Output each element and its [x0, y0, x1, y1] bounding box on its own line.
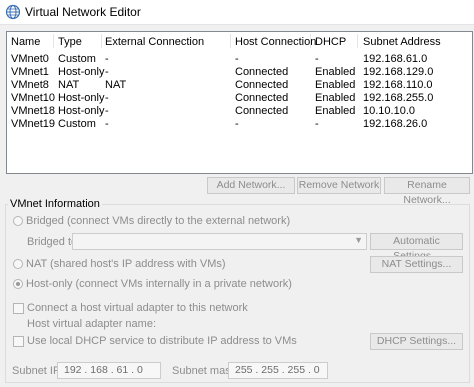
table-row[interactable]: VMnet8 NAT NAT Connected Enabled 192.168… — [7, 79, 472, 92]
cell-dhcp: Enabled — [315, 79, 356, 91]
network-table[interactable]: Name Type External Connection Host Conne… — [6, 31, 473, 174]
cell-subnet-address: 10.10.10.0 — [363, 105, 415, 117]
column-separator[interactable] — [310, 34, 311, 48]
table-row[interactable]: VMnet0 Custom - - - 192.168.61.0 — [7, 53, 472, 66]
cell-external-connection: - — [105, 53, 109, 65]
cell-host-connection: - — [235, 118, 239, 130]
vmnet-information-label: VMnet Information — [8, 198, 102, 210]
column-header-host-connection[interactable]: Host Connection — [235, 36, 316, 48]
cell-dhcp: - — [315, 53, 319, 65]
column-header-subnet-address[interactable]: Subnet Address — [363, 36, 441, 48]
subnet-ip-input[interactable]: 192 . 168 . 61 . 0 — [57, 362, 161, 379]
cell-dhcp: Enabled — [315, 105, 356, 117]
cell-subnet-address: 192.168.255.0 — [363, 92, 434, 104]
automatic-settings-button[interactable]: Automatic Settings... — [370, 233, 463, 262]
cell-external-connection: - — [105, 66, 109, 78]
cell-external-connection: - — [105, 118, 109, 130]
cell-subnet-address: 192.168.129.0 — [363, 66, 434, 78]
cell-name: VMnet19 — [11, 118, 56, 130]
column-separator[interactable] — [357, 34, 358, 48]
cell-dhcp: Enabled — [315, 66, 356, 78]
cell-host-connection: - — [235, 53, 239, 65]
cell-type: Host-only — [58, 92, 105, 104]
globe-icon — [5, 4, 21, 20]
dhcp-settings-button[interactable]: DHCP Settings... — [370, 333, 463, 350]
cell-host-connection: Connected — [235, 66, 289, 78]
column-header-external-connection[interactable]: External Connection — [105, 36, 204, 48]
cell-type: NAT — [58, 79, 80, 91]
bridged-radio[interactable] — [13, 216, 23, 226]
column-separator[interactable] — [230, 34, 231, 48]
table-row[interactable]: VMnet1 Host-only - Connected Enabled 192… — [7, 66, 472, 79]
adapter-name-label: Host virtual adapter name: — [27, 318, 157, 330]
cell-host-connection: Connected — [235, 79, 289, 91]
cell-type: Host-only — [58, 105, 105, 117]
add-network-button[interactable]: Add Network... — [207, 177, 295, 194]
column-header-type[interactable]: Type — [58, 36, 82, 48]
subnet-mask-input[interactable]: 255 . 255 . 255 . 0 — [228, 362, 328, 379]
cell-host-connection: Connected — [235, 105, 289, 117]
cell-external-connection: - — [105, 105, 109, 117]
dhcp-label: Use local DHCP service to distribute IP … — [27, 335, 297, 347]
nat-label: NAT (shared host's IP address with VMs) — [26, 258, 226, 270]
cell-type: Custom — [58, 118, 96, 130]
cell-subnet-address: 192.168.61.0 — [363, 53, 428, 65]
column-separator[interactable] — [53, 34, 54, 48]
connect-adapter-label: Connect a host virtual adapter to this n… — [27, 302, 248, 314]
nat-radio[interactable] — [13, 259, 23, 269]
cell-dhcp: - — [315, 118, 319, 130]
subnet-ip-value: 192 . 168 . 61 . 0 — [64, 364, 143, 376]
window-title: Virtual Network Editor — [25, 5, 141, 19]
cell-name: VMnet1 — [11, 66, 49, 78]
rename-network-button[interactable]: Rename Network... — [384, 177, 470, 206]
column-header-dhcp[interactable]: DHCP — [315, 36, 346, 48]
cell-external-connection: NAT — [105, 79, 127, 91]
cell-name: VMnet0 — [11, 53, 49, 65]
column-separator[interactable] — [101, 34, 102, 48]
dhcp-checkbox[interactable] — [13, 336, 24, 347]
table-row[interactable]: VMnet18 Host-only - Connected Enabled 10… — [7, 105, 472, 118]
cell-name: VMnet10 — [11, 92, 56, 104]
title-bar: Virtual Network Editor — [0, 0, 474, 25]
table-row[interactable]: VMnet10 Host-only - Connected Enabled 19… — [7, 92, 472, 105]
cell-type: Host-only — [58, 66, 105, 78]
table-row[interactable]: VMnet19 Custom - - - 192.168.26.0 — [7, 118, 472, 131]
vmnet-information-group — [5, 204, 470, 383]
subnet-ip-label: Subnet IP: — [12, 365, 64, 377]
cell-subnet-address: 192.168.110.0 — [363, 79, 433, 91]
chevron-down-icon: ▼ — [354, 235, 363, 245]
cell-subnet-address: 192.168.26.0 — [363, 118, 428, 130]
nat-settings-button[interactable]: NAT Settings... — [370, 256, 463, 273]
connect-adapter-checkbox[interactable] — [13, 303, 24, 314]
cell-external-connection: - — [105, 92, 109, 104]
cell-name: VMnet8 — [11, 79, 49, 91]
cell-type: Custom — [58, 53, 96, 65]
cell-host-connection: Connected — [235, 92, 289, 104]
remove-network-button[interactable]: Remove Network — [297, 177, 381, 194]
host-only-label: Host-only (connect VMs internally in a p… — [26, 278, 292, 290]
subnet-mask-value: 255 . 255 . 255 . 0 — [235, 364, 320, 376]
bridged-to-select[interactable]: ▼ — [72, 233, 367, 250]
cell-name: VMnet18 — [11, 105, 56, 117]
host-only-radio[interactable] — [13, 279, 23, 289]
cell-dhcp: Enabled — [315, 92, 356, 104]
bridged-label: Bridged (connect VMs directly to the ext… — [26, 215, 291, 227]
column-header-name[interactable]: Name — [11, 36, 40, 48]
